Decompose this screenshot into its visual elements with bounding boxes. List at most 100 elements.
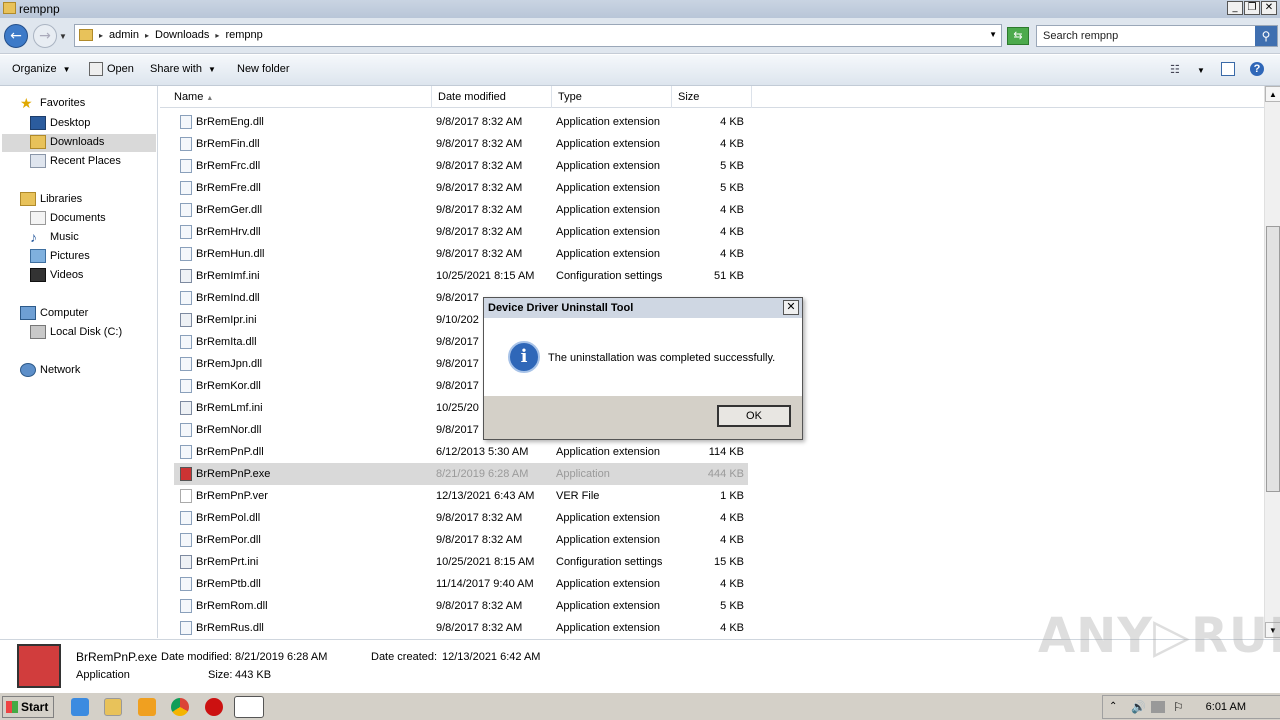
nav-desktop[interactable]: Desktop [30, 116, 90, 130]
internet-explorer-icon[interactable] [71, 698, 89, 716]
file-size: 4 KB [720, 226, 744, 238]
nav-favorites[interactable]: ★ Favorites [20, 96, 85, 110]
breadcrumb-admin[interactable]: admin [109, 29, 139, 41]
help-icon[interactable]: ? [1250, 62, 1264, 76]
file-name: BrRemIta.dll [196, 336, 257, 348]
start-button[interactable]: Start [2, 696, 54, 718]
minimize-button[interactable]: _ [1227, 1, 1243, 15]
file-row[interactable]: BrRemPrt.ini 10/25/2021 8:15 AM Configurat… [174, 551, 748, 573]
file-name: BrRemRus.dll [196, 622, 264, 634]
open-button[interactable]: Open [107, 63, 134, 75]
dialog-close-button[interactable]: ✕ [783, 300, 799, 315]
star-icon: ★ [20, 95, 33, 111]
column-header-name[interactable]: Name ▲ [168, 86, 432, 108]
file-row[interactable]: BrRemPnP.ver 12/13/2021 6:43 AM VER File 1 … [174, 485, 748, 507]
dll-file-icon [180, 379, 192, 393]
file-row[interactable]: BrRemPol.dll 9/8/2017 8:32 AM Application … [174, 507, 748, 529]
nav-documents[interactable]: Documents [30, 211, 106, 225]
network-tray-icon[interactable] [1151, 701, 1165, 713]
opera-icon[interactable] [205, 698, 223, 716]
config-file-icon [180, 269, 192, 283]
file-type: Application extension [556, 446, 660, 458]
search-input[interactable]: Search rempnp ⚲ [1036, 25, 1278, 47]
file-row[interactable]: BrRemFin.dll 9/8/2017 8:32 AM Application … [174, 133, 748, 155]
file-size: 4 KB [720, 578, 744, 590]
file-row[interactable]: BrRemGer.dll 9/8/2017 8:32 AM Application … [174, 199, 748, 221]
show-hidden-icons-icon[interactable]: ⌃ [1109, 701, 1117, 712]
file-row[interactable]: BrRemPor.dll 9/8/2017 8:32 AM Application … [174, 529, 748, 551]
file-size: 5 KB [720, 600, 744, 612]
breadcrumb-downloads[interactable]: Downloads [155, 29, 209, 41]
nav-computer[interactable]: Computer [20, 306, 88, 320]
dll-file-icon [180, 203, 192, 217]
maximize-button[interactable]: ❐ [1244, 1, 1260, 15]
nav-local-disk[interactable]: Local Disk (C:) [30, 325, 122, 339]
nav-recent-places[interactable]: Recent Places [30, 154, 121, 168]
nav-network[interactable]: Network [20, 363, 80, 377]
nav-downloads[interactable]: Downloads [30, 135, 104, 149]
file-date: 9/8/2017 8:32 AM [436, 248, 523, 260]
file-name: BrRemFre.dll [196, 182, 261, 194]
file-row[interactable]: BrRemHun.dll 9/8/2017 8:32 AM Application … [174, 243, 748, 265]
column-header-type[interactable]: Type [552, 86, 672, 108]
back-button[interactable]: ← [4, 24, 28, 48]
brrempnp-taskbar-icon[interactable] [234, 696, 264, 718]
column-header-size[interactable]: Size [672, 86, 752, 108]
scroll-thumb[interactable] [1266, 226, 1280, 492]
file-size: 51 KB [714, 270, 744, 282]
file-row[interactable]: BrRemPnP.dll 6/12/2013 5:30 AM Application… [174, 441, 748, 463]
address-field[interactable]: ▸ admin ▸ Downloads ▸ rempnp ▼ [74, 24, 1002, 47]
nav-videos[interactable]: Videos [30, 268, 83, 282]
file-row[interactable]: BrRemPnP.exe 8/21/2019 6:28 AM Application… [174, 463, 748, 485]
file-row[interactable]: BrRemFre.dll 9/8/2017 8:32 AM Application … [174, 177, 748, 199]
search-placeholder: Search rempnp [1043, 30, 1119, 42]
breadcrumb-chevron-icon[interactable]: ▸ [145, 31, 149, 40]
vertical-scrollbar[interactable]: ▲ ▼ [1264, 86, 1280, 638]
nav-music[interactable]: ♪ Music [30, 230, 79, 244]
view-dropdown-icon[interactable]: ▼ [1197, 66, 1205, 75]
explorer-icon[interactable] [104, 698, 122, 716]
preview-pane-icon[interactable] [1221, 62, 1235, 76]
recent-pages-dropdown[interactable]: ▼ [59, 32, 67, 41]
file-size: 4 KB [720, 116, 744, 128]
volume-icon[interactable]: 🔊 [1131, 700, 1146, 714]
clock[interactable]: 6:01 AM [1206, 701, 1246, 713]
file-type: Application extension [556, 204, 660, 216]
file-size: 114 KB [708, 446, 744, 458]
address-bar-area: ← → ▼ ▸ admin ▸ Downloads ▸ rempnp ▼ ⇆ S… [0, 18, 1280, 54]
file-row[interactable]: BrRemPtb.dll 11/14/2017 9:40 AM Applicatio… [174, 573, 748, 595]
chrome-icon[interactable] [171, 698, 189, 716]
breadcrumb-rempnp[interactable]: rempnp [225, 29, 262, 41]
organize-button[interactable]: Organize ▼ [12, 63, 71, 75]
file-row[interactable]: BrRemEng.dll 9/8/2017 8:32 AM Application … [174, 111, 748, 133]
action-center-flag-icon[interactable]: ⚐ [1173, 700, 1184, 714]
breadcrumb: ▸ admin ▸ Downloads ▸ rempnp [99, 29, 263, 41]
new-folder-button[interactable]: New folder [237, 63, 290, 75]
dialog-message: The uninstallation was completed success… [548, 352, 776, 364]
address-dropdown-icon[interactable]: ▼ [989, 30, 997, 39]
file-name: BrRemPol.dll [196, 512, 261, 524]
file-row[interactable]: BrRemHrv.dll 9/8/2017 8:32 AM Application … [174, 221, 748, 243]
file-row[interactable]: BrRemRus.dll 9/8/2017 8:32 AM Application … [174, 617, 748, 639]
file-row[interactable]: BrRemFrc.dll 9/8/2017 8:32 AM Application … [174, 155, 748, 177]
media-player-icon[interactable] [138, 698, 156, 716]
close-button[interactable]: ✕ [1261, 1, 1277, 15]
column-header-date[interactable]: Date modified [432, 86, 552, 108]
view-options-icon[interactable]: ☷ [1170, 63, 1180, 76]
forward-button[interactable]: → [33, 24, 57, 48]
breadcrumb-chevron-icon[interactable]: ▸ [215, 31, 219, 40]
search-icon[interactable]: ⚲ [1255, 26, 1277, 46]
nav-pictures[interactable]: Pictures [30, 249, 90, 263]
file-row[interactable]: BrRemRom.dll 9/8/2017 8:32 AM Application … [174, 595, 748, 617]
ok-button[interactable]: OK [717, 405, 791, 427]
file-row[interactable]: BrRemImf.ini 10/25/2021 8:15 AM Configurat… [174, 265, 748, 287]
nav-libraries[interactable]: Libraries [20, 192, 82, 206]
breadcrumb-chevron-icon[interactable]: ▸ [99, 31, 103, 40]
scroll-up-icon[interactable]: ▲ [1265, 86, 1280, 102]
refresh-button[interactable]: ⇆ [1007, 27, 1029, 45]
share-with-button[interactable]: Share with ▼ [150, 63, 216, 75]
file-date: 9/8/2017 8:32 AM [436, 204, 523, 216]
navigation-pane: ★ Favorites Desktop Downloads Recent Plac… [0, 86, 158, 638]
file-date: 9/8/2017 8:32 AM [436, 534, 523, 546]
documents-icon [30, 211, 46, 225]
